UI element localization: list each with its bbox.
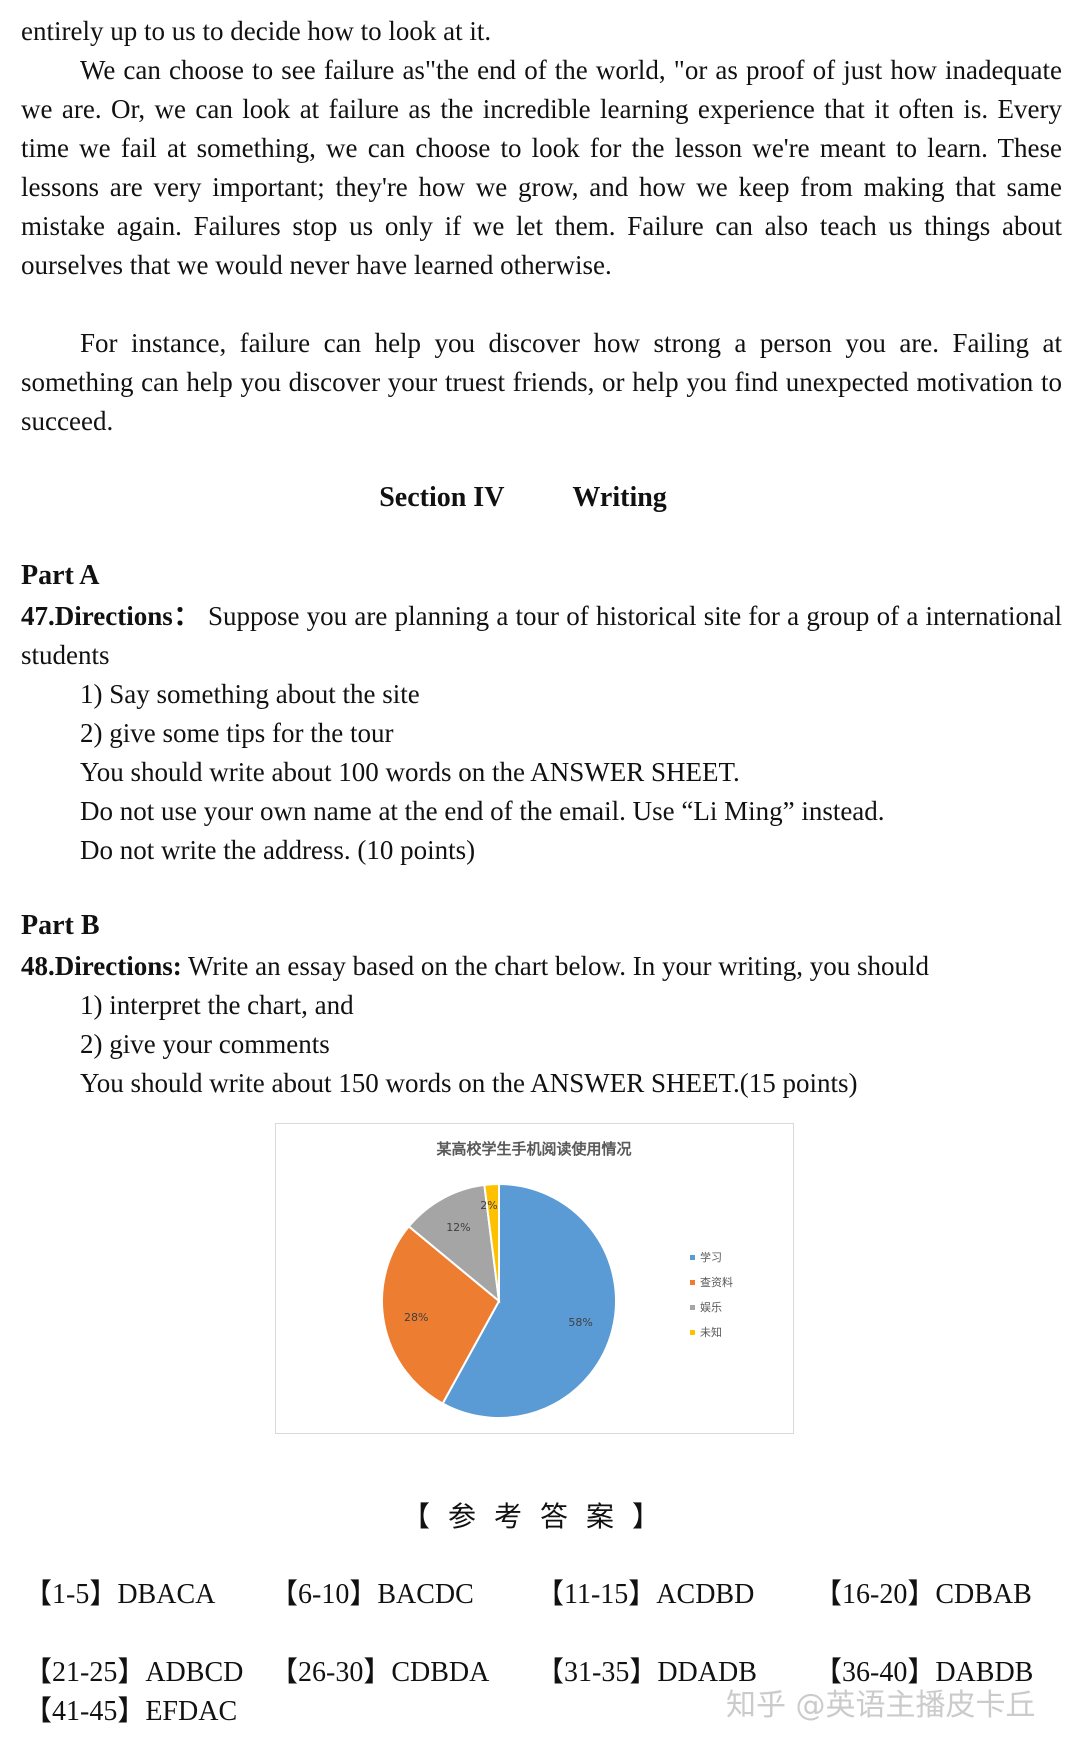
part-b-item: You should write about 150 words on the …	[80, 1068, 858, 1098]
part-a-directions: 47.Directions： Suppose you are planning …	[21, 597, 1062, 675]
passage-paragraph-2: For instance, failure can help you disco…	[21, 328, 1062, 436]
answer-group: 【21-25】ADBCD	[24, 1650, 243, 1690]
section-title: Section IV Writing	[0, 482, 1080, 514]
legend-label: 查资料	[700, 1275, 733, 1289]
answer-letters: CDBAB	[935, 1579, 1032, 1610]
passage-paragraph-1: We can choose to see failure as"the end …	[21, 55, 1062, 280]
answer-letters: DBACA	[117, 1579, 216, 1610]
pie-slice-label: 58%	[568, 1316, 592, 1329]
answer-letters: ACDBD	[656, 1579, 755, 1610]
answer-letters: EFDAC	[145, 1696, 238, 1727]
answers-title: 【参考答案】	[401, 1502, 678, 1533]
answer-letters: CDBDA	[391, 1657, 490, 1688]
legend-swatch	[690, 1305, 695, 1310]
answer-range: 【26-30】	[270, 1657, 392, 1688]
legend-swatch	[690, 1280, 695, 1285]
part-b-directions-text: Write an essay based on the chart below.…	[181, 951, 929, 981]
passage-line-0: entirely up to us to decide how to look …	[21, 16, 492, 46]
part-a-directions-label: 47.Directions：	[21, 601, 201, 631]
answer-group: 【31-35】DDADB	[536, 1650, 757, 1690]
answer-range: 【6-10】	[270, 1579, 378, 1610]
part-b-heading: Part B	[21, 910, 100, 941]
legend-swatch	[690, 1255, 695, 1260]
pie-chart-container: 某高校学生手机阅读使用情况 58% 28% 12% 2% 学习查资料娱乐未知	[275, 1123, 794, 1434]
part-a-item: Do not write the address. (10 points)	[80, 835, 476, 865]
chart-title: 某高校学生手机阅读使用情况	[436, 1140, 631, 1158]
answer-group: 【41-45】EFDAC	[24, 1689, 237, 1729]
part-a-item: 2) give some tips for the tour	[80, 718, 394, 748]
answer-group: 【16-20】CDBAB	[814, 1572, 1032, 1612]
answer-range: 【1-5】	[24, 1579, 118, 1610]
pie-slice-label: 12%	[446, 1221, 470, 1234]
section-label: Section IV	[379, 482, 505, 513]
answer-group: 【26-30】CDBDA	[270, 1650, 489, 1690]
part-a-item: You should write about 100 words on the …	[80, 757, 740, 787]
part-b-item: 1) interpret the chart, and	[80, 990, 354, 1020]
answer-letters: BACDC	[377, 1579, 474, 1610]
part-a-heading: Part A	[21, 560, 100, 591]
answer-range: 【11-15】	[536, 1579, 657, 1610]
legend-swatch	[690, 1330, 695, 1335]
watermark: 知乎 @英语主播皮卡丘	[726, 1688, 1036, 1723]
answer-range: 【21-25】	[24, 1657, 146, 1688]
answer-range: 【16-20】	[814, 1579, 936, 1610]
answer-group: 【1-5】DBACA	[24, 1572, 215, 1612]
answer-letters: ADBCD	[145, 1657, 244, 1688]
part-b-directions: 48.Directions: Write an essay based on t…	[21, 947, 929, 986]
legend-label: 娱乐	[700, 1300, 722, 1314]
section-name: Writing	[572, 482, 667, 513]
pie-chart: 某高校学生手机阅读使用情况 58% 28% 12% 2% 学习查资料娱乐未知	[381, 1140, 733, 1419]
answer-group: 【11-15】ACDBD	[536, 1572, 754, 1612]
pie-slice-label: 28%	[404, 1311, 428, 1324]
answer-range: 【41-45】	[24, 1696, 146, 1727]
answer-group: 【6-10】BACDC	[270, 1572, 474, 1612]
part-b-item: 2) give your comments	[80, 1029, 330, 1059]
part-a-item: 1) Say something about the site	[80, 679, 420, 709]
part-b-directions-label: 48.Directions:	[21, 951, 182, 981]
legend-label: 学习	[700, 1250, 722, 1264]
part-a-item: Do not use your own name at the end of t…	[80, 796, 885, 826]
pie-slice-label: 2%	[480, 1199, 497, 1212]
answer-range: 【31-35】	[536, 1657, 658, 1688]
legend-label: 未知	[700, 1325, 722, 1339]
